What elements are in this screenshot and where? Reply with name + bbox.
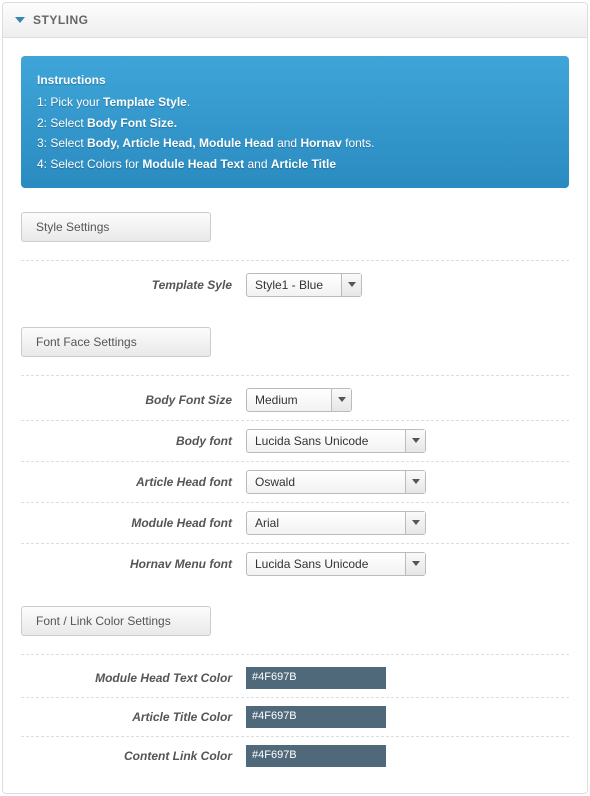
instructions-line-4: 4: Select Colors for Module Head Text an… [37, 154, 553, 174]
instructions-title: Instructions [37, 70, 553, 90]
module-head-text-color-label: Module Head Text Color [21, 671, 246, 685]
styling-panel: STYLING Instructions 1: Pick your Templa… [2, 2, 588, 794]
module-head-font-select[interactable]: Arial [246, 511, 426, 535]
font-link-color-section: Font / Link Color Settings Module Head T… [21, 606, 569, 775]
module-head-text-color-input[interactable]: #4F697B [246, 667, 386, 689]
article-title-color-input[interactable]: #4F697B [246, 706, 386, 728]
panel-title: STYLING [33, 13, 89, 27]
chevron-down-icon [405, 430, 425, 452]
article-title-color-row: Article Title Color #4F697B [21, 698, 569, 737]
chevron-down-icon [405, 553, 425, 575]
article-head-font-label: Article Head font [21, 475, 246, 489]
template-style-value: Style1 - Blue [247, 278, 331, 292]
body-font-select[interactable]: Lucida Sans Unicode [246, 429, 426, 453]
chevron-down-icon [405, 471, 425, 493]
template-style-select[interactable]: Style1 - Blue [246, 273, 362, 297]
panel-body: Instructions 1: Pick your Template Style… [3, 38, 587, 793]
article-head-font-select[interactable]: Oswald [246, 470, 426, 494]
chevron-down-icon [341, 274, 361, 296]
body-font-label: Body font [21, 434, 246, 448]
template-style-row: Template Syle Style1 - Blue [21, 265, 569, 305]
content-link-color-input[interactable]: #4F697B [246, 745, 386, 767]
hornav-font-label: Hornav Menu font [21, 557, 246, 571]
divider [21, 654, 569, 655]
instructions-box: Instructions 1: Pick your Template Style… [21, 56, 569, 188]
body-font-size-value: Medium [247, 393, 306, 407]
body-font-row: Body font Lucida Sans Unicode [21, 421, 569, 462]
chevron-down-icon [331, 389, 351, 411]
divider [21, 375, 569, 376]
module-head-font-row: Module Head font Arial [21, 503, 569, 544]
style-settings-section: Style Settings Template Syle Style1 - Bl… [21, 212, 569, 305]
hornav-font-select[interactable]: Lucida Sans Unicode [246, 552, 426, 576]
body-font-value: Lucida Sans Unicode [247, 434, 376, 448]
font-link-color-header[interactable]: Font / Link Color Settings [21, 606, 211, 636]
template-style-label: Template Syle [21, 278, 246, 292]
hornav-font-value: Lucida Sans Unicode [247, 557, 376, 571]
hornav-font-row: Hornav Menu font Lucida Sans Unicode [21, 544, 569, 584]
instructions-line-3: 3: Select Body, Article Head, Module Hea… [37, 133, 553, 153]
panel-header[interactable]: STYLING [3, 3, 587, 38]
module-head-font-value: Arial [247, 516, 287, 530]
instructions-line-2: 2: Select Body Font Size. [37, 113, 553, 133]
body-font-size-label: Body Font Size [21, 393, 246, 407]
content-link-color-label: Content Link Color [21, 749, 246, 763]
module-head-text-color-row: Module Head Text Color #4F697B [21, 659, 569, 698]
instructions-line-1: 1: Pick your Template Style. [37, 92, 553, 112]
divider [21, 260, 569, 261]
chevron-down-icon [405, 512, 425, 534]
font-face-settings-section: Font Face Settings Body Font Size Medium… [21, 327, 569, 584]
content-link-color-row: Content Link Color #4F697B [21, 737, 569, 775]
style-settings-header[interactable]: Style Settings [21, 212, 211, 242]
article-title-color-label: Article Title Color [21, 710, 246, 724]
body-font-size-row: Body Font Size Medium [21, 380, 569, 421]
article-head-font-value: Oswald [247, 475, 303, 489]
font-face-settings-header[interactable]: Font Face Settings [21, 327, 211, 357]
chevron-down-icon [15, 17, 25, 23]
module-head-font-label: Module Head font [21, 516, 246, 530]
article-head-font-row: Article Head font Oswald [21, 462, 569, 503]
body-font-size-select[interactable]: Medium [246, 388, 352, 412]
